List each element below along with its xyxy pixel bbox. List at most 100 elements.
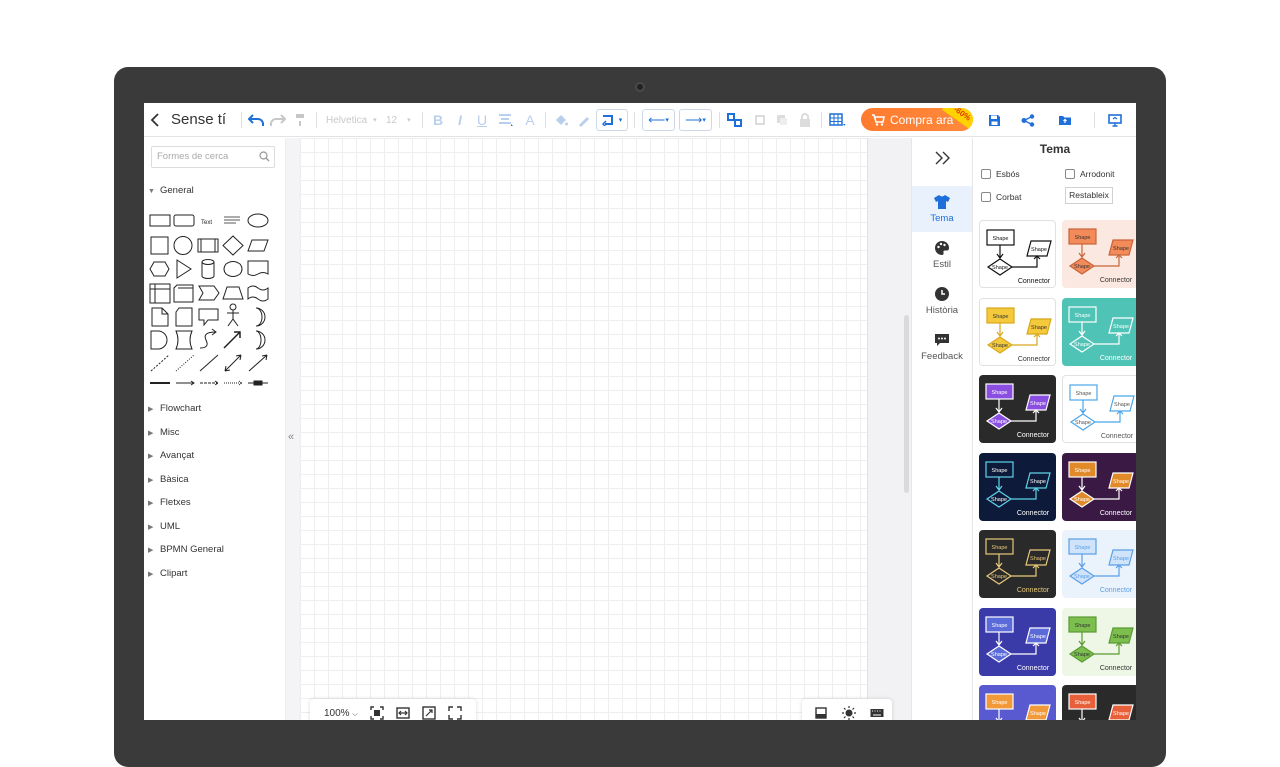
font-family-select[interactable]: Helvetica ▾: [326, 112, 378, 128]
shape-text[interactable]: Text: [201, 220, 212, 226]
shape-dashed-line[interactable]: [150, 354, 170, 372]
zoom-level[interactable]: 100% ⌵: [324, 708, 358, 719]
send-back-button[interactable]: [772, 103, 792, 137]
shape-arrow-connector-2[interactable]: [200, 380, 219, 386]
shape-document[interactable]: [247, 260, 269, 276]
save-button[interactable]: [984, 103, 1004, 137]
theme-card[interactable]: ShapeShapeShapeConnector: [1062, 220, 1136, 288]
theme-card[interactable]: ShapeShapeShapeConnector: [1062, 607, 1136, 676]
shape-delay[interactable]: [150, 330, 168, 350]
shape-crescent[interactable]: [255, 330, 266, 350]
shape-parallelogram[interactable]: [247, 239, 269, 252]
shape-arrow-connector[interactable]: [176, 380, 195, 386]
bring-front-button[interactable]: [750, 103, 770, 137]
theme-card[interactable]: ShapeShapeShapeConnector: [1062, 375, 1136, 443]
section-misc[interactable]: ▶ Misc: [148, 427, 180, 438]
theme-card[interactable]: ShapeShapeShapeConnector: [1062, 452, 1136, 521]
collapse-right-icon[interactable]: [934, 150, 952, 166]
line-end-button[interactable]: ⟶ ▾: [679, 109, 712, 131]
keyboard-icon[interactable]: [870, 706, 884, 720]
shape-square[interactable]: [150, 236, 169, 255]
document-title[interactable]: Sense tí: [171, 103, 226, 137]
export-button[interactable]: [1055, 103, 1075, 137]
left-panel-splitter[interactable]: «: [285, 138, 299, 720]
shape-search-input[interactable]: Formes de cerca: [151, 146, 275, 168]
shape-note[interactable]: [151, 307, 169, 327]
section-fletxes[interactable]: ▶ Fletxes: [148, 497, 191, 508]
italic-button[interactable]: I: [452, 103, 468, 137]
brightness-icon[interactable]: [842, 706, 856, 720]
theme-card[interactable]: ShapeShapeShapeConnector: [979, 220, 1056, 288]
drawing-canvas[interactable]: [300, 138, 868, 720]
shape-hexagon[interactable]: [149, 261, 170, 277]
theme-card[interactable]: ShapeShapeShapeConnector: [1062, 530, 1136, 598]
shape-double-arrow[interactable]: [223, 331, 241, 349]
theme-card[interactable]: ShapeShapeShapeConnector: [979, 685, 1056, 720]
text-color-button[interactable]: A: [522, 103, 538, 137]
canvas-scrollbar[interactable]: [904, 315, 909, 493]
section-uml[interactable]: ▶ UML: [148, 521, 180, 532]
line-start-button[interactable]: ⟵ ▾: [642, 109, 675, 131]
shape-curve-arrow[interactable]: [199, 328, 217, 349]
nav-tema[interactable]: Tema: [912, 186, 972, 232]
shape-dotted-line[interactable]: [175, 354, 195, 372]
shape-actor[interactable]: [227, 303, 239, 327]
shape-line[interactable]: [199, 354, 219, 372]
section-avançat[interactable]: ▶ Avançat: [148, 450, 194, 461]
replace-shape-button[interactable]: [724, 103, 746, 137]
theme-card[interactable]: ShapeShapeShapeConnector: [979, 375, 1056, 443]
table-button[interactable]: [826, 103, 850, 137]
curved-checkbox[interactable]: Corbat: [981, 192, 1022, 202]
theme-card[interactable]: ShapeShapeShapeConnector: [979, 452, 1056, 521]
shape-step[interactable]: [198, 285, 220, 301]
back-button[interactable]: [147, 103, 163, 137]
theme-card[interactable]: ShapeShapeShapeConnector: [979, 530, 1056, 598]
lock-button[interactable]: [795, 103, 815, 137]
section-bpmn-general[interactable]: ▶ BPMN General: [148, 544, 224, 555]
theme-card[interactable]: ShapeShapeShapeConnector: [979, 297, 1056, 366]
connector-style-button[interactable]: ▾: [596, 109, 628, 131]
fit-width-icon[interactable]: [396, 706, 410, 720]
shape-circle[interactable]: [173, 236, 193, 255]
shape-diamond[interactable]: [222, 235, 244, 256]
minimap-icon[interactable]: [814, 706, 828, 720]
redo-button[interactable]: [268, 103, 288, 137]
format-painter-button[interactable]: [290, 103, 310, 137]
nav-historia[interactable]: Història: [912, 278, 972, 324]
share-button[interactable]: [1018, 103, 1038, 137]
shape-card-2[interactable]: [175, 307, 193, 327]
shape-heading[interactable]: [224, 216, 240, 224]
fill-color-button[interactable]: [551, 103, 571, 137]
section-clipart[interactable]: ▶ Clipart: [148, 568, 187, 579]
buy-now-button[interactable]: Compra ara -60%: [861, 108, 973, 131]
shape-triangle[interactable]: [176, 259, 192, 279]
shape-rounded-rectangle[interactable]: [173, 214, 195, 227]
shape-trapezoid[interactable]: [222, 286, 244, 300]
bold-button[interactable]: B: [430, 103, 446, 137]
shape-bidirectional-arrow[interactable]: [224, 354, 242, 372]
nav-estil[interactable]: Estil: [912, 232, 972, 278]
font-size-select[interactable]: 12 ▾: [386, 112, 414, 128]
theme-card[interactable]: ShapeShapeShapeConnector: [979, 607, 1056, 676]
shape-tape[interactable]: [247, 285, 269, 302]
fit-page-icon[interactable]: [370, 706, 384, 720]
shape-ellipse[interactable]: [247, 213, 269, 228]
fullscreen-icon[interactable]: [448, 706, 462, 720]
shape-callout[interactable]: [198, 308, 219, 327]
line-color-button[interactable]: [574, 103, 594, 137]
shape-or[interactable]: [175, 330, 193, 350]
section-general[interactable]: ▼ General: [148, 185, 194, 196]
nav-feedback[interactable]: Feedback: [912, 324, 972, 370]
shape-internal-storage[interactable]: [149, 283, 171, 304]
reset-button[interactable]: Restableix: [1065, 187, 1113, 204]
shape-moon[interactable]: [255, 307, 266, 327]
shape-arrow-line[interactable]: [248, 354, 268, 372]
actual-size-icon[interactable]: [422, 706, 436, 720]
shape-dotted-connector[interactable]: [224, 380, 243, 386]
section-bàsica[interactable]: ▶ Bàsica: [148, 474, 189, 485]
shape-rectangle[interactable]: [149, 214, 171, 227]
section-flowchart[interactable]: ▶ Flowchart: [148, 403, 201, 414]
underline-button[interactable]: U: [474, 103, 490, 137]
shape-cloud[interactable]: [223, 261, 243, 277]
rounded-checkbox[interactable]: Arrodonit: [1065, 169, 1115, 179]
